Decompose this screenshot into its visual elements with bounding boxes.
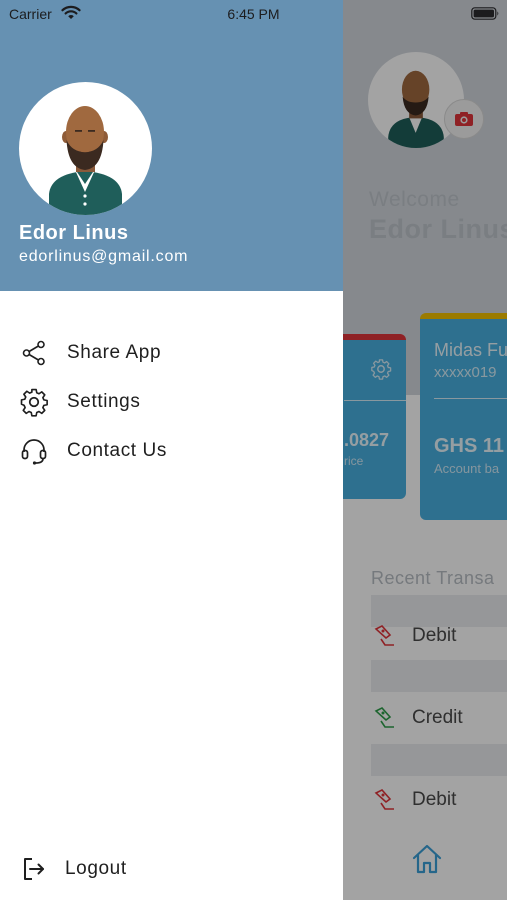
drawer-avatar[interactable] <box>19 82 152 215</box>
status-time: 6:45 PM <box>227 6 280 22</box>
headset-icon <box>19 436 49 466</box>
drawer-header: Edor Linus edorlinus@gmail.com <box>0 0 343 291</box>
gear-icon <box>19 387 49 417</box>
drawer-user-email: edorlinus@gmail.com <box>19 248 189 265</box>
logout-label: Logout <box>65 858 127 879</box>
menu-item-contact-us[interactable]: Contact Us <box>0 431 343 471</box>
person-avatar-icon <box>49 106 122 215</box>
logout-icon <box>19 854 49 884</box>
menu-item-label: Share App <box>67 342 162 363</box>
logout-button[interactable]: Logout <box>0 849 343 889</box>
battery-icon <box>471 7 500 25</box>
menu-item-label: Settings <box>67 391 141 412</box>
menu-item-settings[interactable]: Settings <box>0 382 343 422</box>
drawer-user-name: Edor Linus <box>19 222 129 244</box>
status-bar: Carrier 6:45 PM <box>0 0 507 28</box>
navigation-drawer: Edor Linus edorlinus@gmail.com Share App… <box>0 0 343 900</box>
menu-item-share-app[interactable]: Share App <box>0 333 343 373</box>
menu-item-label: Contact Us <box>67 440 167 461</box>
share-icon <box>19 338 49 368</box>
